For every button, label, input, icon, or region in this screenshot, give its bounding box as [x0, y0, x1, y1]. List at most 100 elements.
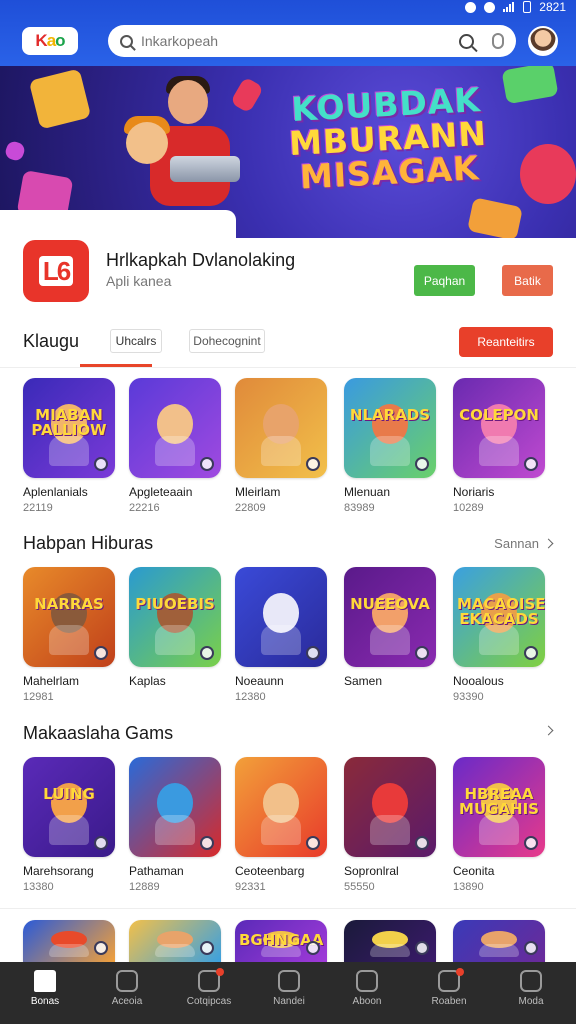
- chevron-right-icon: [543, 538, 554, 549]
- app-logo[interactable]: Kao: [22, 27, 78, 55]
- game-tile[interactable]: COLEPON Noriaris 10289: [453, 378, 545, 514]
- platform-badge-icon: [306, 941, 320, 955]
- game-thumbnail[interactable]: [453, 920, 545, 962]
- game-thumbnail[interactable]: HBREAA MUGAHIS: [453, 757, 545, 857]
- game-thumbnail[interactable]: NARRAS: [23, 567, 115, 667]
- game-thumbnail[interactable]: [235, 567, 327, 667]
- search-submit-icon[interactable]: [459, 33, 474, 49]
- platform-badge-icon: [94, 457, 108, 471]
- character-body-art: [369, 944, 411, 957]
- decor-cube: [467, 197, 523, 240]
- tabs-cta-button[interactable]: Reanteitirs: [459, 327, 553, 357]
- game-tile[interactable]: HBREAA MUGAHIS Ceonita 13890: [453, 757, 545, 893]
- game-tile[interactable]: [344, 920, 436, 962]
- game-tile[interactable]: NARRAS Mahelrlam 12981: [23, 567, 115, 703]
- tab-chip-2[interactable]: Dohecognint: [189, 329, 265, 353]
- game-thumbnail[interactable]: COLEPON: [453, 378, 545, 478]
- game-thumbnail-title: MACAOISE EKACADS: [457, 595, 545, 628]
- home-icon: [34, 970, 56, 992]
- game-tile[interactable]: NUEEOVA Samen: [344, 567, 436, 691]
- see-all-link[interactable]: [543, 725, 554, 736]
- game-thumbnail-title: NARRAS: [34, 595, 104, 613]
- game-name: Samen: [344, 674, 383, 688]
- game-thumbnail[interactable]: [129, 920, 221, 962]
- search-input[interactable]: [141, 33, 459, 49]
- character-body-art: [369, 815, 411, 845]
- game-thumbnail-title: HBREAA MUGAHIS: [459, 785, 539, 818]
- game-tile[interactable]: [129, 920, 221, 962]
- nav-item[interactable]: Roaben: [414, 968, 484, 1007]
- game-tile[interactable]: MACAOISE EKACADS Nooalous 93390: [453, 567, 545, 703]
- game-thumbnail[interactable]: [344, 757, 436, 857]
- location-icon: [465, 1, 477, 13]
- character-body-art: [260, 436, 302, 466]
- game-thumbnail[interactable]: NUEEOVA: [344, 567, 436, 667]
- nav-label: Roaben: [431, 996, 467, 1007]
- game-thumbnail[interactable]: [235, 757, 327, 857]
- game-tile[interactable]: MIABAN PALLIOW Aplenlanials 22119: [23, 378, 115, 514]
- game-tile[interactable]: Noeaunn 12380: [235, 567, 327, 703]
- platform-badge-icon: [200, 941, 214, 955]
- character-body-art: [154, 944, 196, 957]
- tab-title[interactable]: Klaugu: [23, 331, 79, 352]
- primary-button[interactable]: Paqhan: [414, 265, 475, 296]
- nav-item[interactable]: Aceoia: [92, 970, 162, 1007]
- game-tile[interactable]: PIUOEBIS Kaplas: [129, 567, 221, 691]
- game-name: Mlenuan: [344, 485, 391, 499]
- game-count: 12981: [23, 691, 54, 703]
- character-body-art: [48, 625, 90, 655]
- game-thumbnail[interactable]: [344, 920, 436, 962]
- app-icon[interactable]: L6: [23, 240, 89, 302]
- chevron-right-icon: [543, 725, 554, 736]
- avatar[interactable]: [528, 26, 558, 56]
- nav-item[interactable]: Bonas: [10, 970, 80, 1007]
- game-count: 93390: [453, 691, 484, 703]
- decor-cube: [520, 144, 576, 204]
- game-thumbnail[interactable]: PIUOEBIS: [129, 567, 221, 667]
- nav-item[interactable]: Cotqipcas: [174, 968, 244, 1007]
- game-name: Ceoteenbarg: [235, 864, 305, 878]
- game-thumbnail[interactable]: MACAOISE EKACADS: [453, 567, 545, 667]
- game-tile[interactable]: Pathaman 12889: [129, 757, 221, 893]
- game-tile[interactable]: Sopronlral 55550: [344, 757, 436, 893]
- game-thumbnail[interactable]: MIABAN PALLIOW: [23, 378, 115, 478]
- status-bar: 2821: [465, 0, 566, 14]
- tab-chip-1[interactable]: Uhcalrs: [110, 329, 162, 353]
- game-tile[interactable]: NLARADS Mlenuan 83989: [344, 378, 436, 514]
- nav-item[interactable]: Nandei: [254, 970, 324, 1007]
- game-thumbnail[interactable]: NLARADS: [344, 378, 436, 478]
- platform-badge-icon: [524, 941, 538, 955]
- nav-icon: [356, 970, 378, 992]
- platform-badge-icon: [524, 457, 538, 471]
- secondary-button[interactable]: Batik: [502, 265, 553, 296]
- game-count: 92331: [235, 881, 266, 893]
- microphone-icon[interactable]: [492, 33, 504, 49]
- notification-dot: [216, 968, 224, 976]
- search-bar[interactable]: [108, 25, 516, 57]
- game-tile[interactable]: BGHNGAA: [235, 920, 327, 962]
- game-thumbnail[interactable]: [129, 757, 221, 857]
- game-tile[interactable]: [23, 920, 115, 962]
- nav-icon: [520, 970, 542, 992]
- platform-badge-icon: [94, 941, 108, 955]
- see-all-link[interactable]: Sannan: [494, 536, 554, 551]
- game-thumbnail[interactable]: LUING: [23, 757, 115, 857]
- nav-item[interactable]: Moda: [496, 970, 566, 1007]
- game-thumbnail[interactable]: [235, 378, 327, 478]
- status-time: 2821: [539, 0, 566, 14]
- game-thumbnail[interactable]: BGHNGAA: [235, 920, 327, 962]
- game-tile[interactable]: Ceoteenbarg 92331: [235, 757, 327, 893]
- app-icon-text: L6: [38, 256, 74, 286]
- game-tile[interactable]: LUING Marehsorang 13380: [23, 757, 115, 893]
- game-thumbnail[interactable]: [23, 920, 115, 962]
- game-count: 83989: [344, 502, 375, 514]
- game-tile[interactable]: [453, 920, 545, 962]
- game-tile[interactable]: Mleirlam 22809: [235, 378, 327, 514]
- game-thumbnail-title: COLEPON: [459, 406, 539, 424]
- battery-icon: [523, 1, 532, 13]
- game-thumbnail[interactable]: [129, 378, 221, 478]
- character-body-art: [154, 625, 196, 655]
- nav-item[interactable]: Aboon: [332, 970, 402, 1007]
- game-tile[interactable]: Apgleteaain 22216: [129, 378, 221, 514]
- game-count: 13380: [23, 881, 54, 893]
